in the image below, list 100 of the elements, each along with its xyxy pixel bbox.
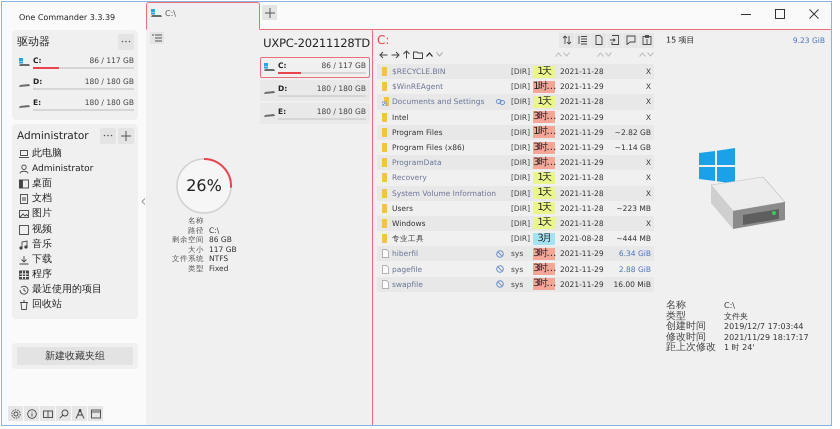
maximize-icon bbox=[775, 9, 785, 19]
info-label: 类型 bbox=[666, 312, 686, 322]
sort-icon bbox=[562, 35, 572, 45]
plus-icon bbox=[121, 130, 131, 140]
new-group-button[interactable]: 新建收藏夹组 bbox=[17, 347, 133, 366]
copy-button[interactable] bbox=[623, 32, 638, 48]
window-icon bbox=[90, 408, 100, 418]
paste-button[interactable] bbox=[639, 32, 654, 48]
info-value: 1 时 24' bbox=[724, 343, 756, 354]
sort-button[interactable] bbox=[559, 32, 574, 48]
forward-icon[interactable] bbox=[391, 50, 400, 58]
favorite-item[interactable]: 桌面 bbox=[17, 176, 134, 192]
info-label: 创建时间 bbox=[666, 322, 707, 332]
desktop-icon bbox=[19, 178, 29, 189]
close-icon bbox=[809, 9, 819, 19]
document-arrow-icon bbox=[610, 35, 620, 45]
search-icon bbox=[58, 408, 68, 418]
columns-icon bbox=[42, 408, 52, 418]
move-button[interactable] bbox=[607, 32, 622, 48]
search-button[interactable] bbox=[56, 406, 71, 421]
info-label: 名称 bbox=[666, 301, 687, 311]
favorite-item[interactable]: 此电脑 bbox=[17, 146, 134, 162]
folder-shortcut-icon bbox=[382, 97, 389, 106]
trash-icon bbox=[19, 300, 29, 310]
new-file-button[interactable] bbox=[591, 32, 606, 48]
age-tag: 3时… bbox=[533, 248, 555, 260]
compass-icon bbox=[74, 408, 84, 418]
more-icon bbox=[103, 134, 113, 137]
favorite-item[interactable]: 下载 bbox=[17, 252, 134, 268]
age-tag: 1天 bbox=[533, 66, 555, 78]
current-path: C: bbox=[377, 33, 390, 47]
theme-button[interactable] bbox=[72, 406, 87, 421]
chevron-up-icon[interactable] bbox=[426, 52, 433, 57]
document-icon bbox=[19, 194, 29, 204]
info-value: 2021/11/29 18:17:17 bbox=[724, 332, 810, 343]
folder-icon[interactable] bbox=[413, 50, 423, 58]
age-tag: 1天 bbox=[533, 187, 555, 200]
age-tag: 3时… bbox=[533, 278, 555, 290]
favorite-item[interactable]: 图片 bbox=[17, 206, 134, 222]
document-icon bbox=[594, 35, 604, 45]
age-tag: 3时… bbox=[533, 156, 555, 169]
age-tag: 1天 bbox=[533, 202, 555, 214]
favorite-item[interactable]: 音乐 bbox=[17, 237, 134, 252]
download-icon bbox=[19, 254, 29, 265]
section-title: Administrator bbox=[17, 130, 89, 142]
tab[interactable]: C:\ bbox=[146, 2, 260, 30]
usage-percent: 26% bbox=[185, 176, 223, 195]
age-tag: 3月 bbox=[533, 232, 555, 245]
menu-button[interactable] bbox=[150, 32, 164, 44]
up-icon[interactable] bbox=[403, 50, 410, 59]
age-tag: 1天 bbox=[533, 96, 555, 108]
info-value: C:\ bbox=[724, 301, 736, 312]
blocked-icon bbox=[496, 250, 504, 258]
plus-icon bbox=[264, 8, 274, 18]
window-button[interactable] bbox=[88, 406, 103, 421]
dual-pane-button[interactable] bbox=[40, 406, 55, 421]
list-icon bbox=[578, 35, 588, 45]
favorite-item[interactable]: 文档 bbox=[17, 192, 134, 207]
more-icon bbox=[121, 40, 131, 43]
age-tag: 3时… bbox=[533, 263, 555, 276]
info-label: 距上次修改 bbox=[666, 343, 717, 354]
section-title: 驱动器 bbox=[17, 34, 50, 49]
view-button[interactable] bbox=[575, 32, 590, 48]
menu-icon bbox=[152, 34, 162, 42]
computer-name: UXPC-20211128TD bbox=[263, 36, 370, 50]
history-icon bbox=[19, 285, 29, 296]
usage-ring bbox=[174, 156, 234, 216]
age-tag: 1天 bbox=[533, 172, 555, 184]
link-icon bbox=[496, 98, 505, 105]
age-tag: 3时… bbox=[533, 111, 555, 124]
collapse-icon bbox=[141, 198, 146, 205]
video-icon bbox=[19, 224, 29, 235]
blocked-icon bbox=[496, 265, 504, 274]
info-value: 文件夹 bbox=[724, 312, 749, 322]
age-tag: 1天 bbox=[533, 217, 555, 230]
add-button[interactable] bbox=[118, 128, 134, 144]
favorite-item[interactable]: 视频 bbox=[17, 222, 134, 238]
settings-button[interactable] bbox=[8, 406, 23, 421]
blocked-icon bbox=[496, 280, 504, 288]
person-icon bbox=[19, 164, 29, 174]
age-tag: 3时… bbox=[533, 142, 555, 154]
age-tag: 1时… bbox=[533, 80, 555, 93]
laptop-icon bbox=[19, 148, 29, 159]
info-button[interactable] bbox=[24, 406, 39, 421]
settings-icon bbox=[10, 408, 20, 418]
info-label: 修改时间 bbox=[666, 332, 706, 342]
info-value: 2019/12/7 17:03:44 bbox=[724, 322, 804, 332]
back-icon[interactable] bbox=[379, 50, 388, 58]
system-drive-icon bbox=[151, 8, 162, 18]
item-count: 15 项目 bbox=[666, 35, 695, 46]
info-icon bbox=[26, 408, 36, 418]
favorite-item[interactable]: Administrator bbox=[17, 161, 134, 176]
favorite-item[interactable]: 回收站 bbox=[17, 298, 134, 314]
favorite-item[interactable]: 程序 bbox=[17, 268, 134, 283]
system-drive-icon bbox=[19, 58, 30, 67]
new-tab-button[interactable] bbox=[262, 5, 277, 20]
favorite-item[interactable]: 最近使用的项目 bbox=[17, 282, 134, 298]
image-icon bbox=[19, 209, 29, 220]
age-tag: 1时… bbox=[533, 126, 555, 138]
clipboard-icon bbox=[642, 35, 652, 45]
